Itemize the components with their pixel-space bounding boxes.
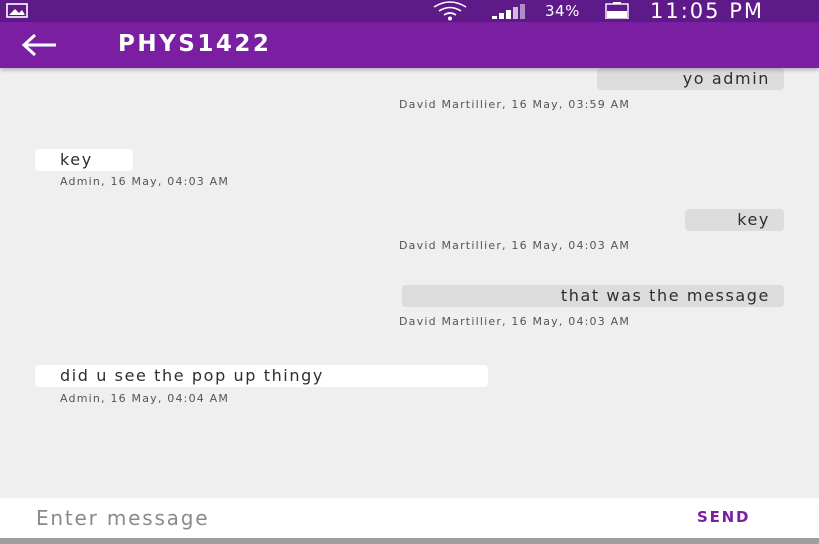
message-bubble: that was the message xyxy=(402,285,784,307)
message-list[interactable]: yo admin David Martillier, 16 May, 03:59… xyxy=(0,68,819,498)
message-bubble: did u see the pop up thingy xyxy=(35,365,488,387)
status-bar: 34% 11:05 PM xyxy=(0,0,819,23)
bottom-divider xyxy=(0,538,819,544)
message-input[interactable] xyxy=(36,504,636,532)
message-bubble: key xyxy=(685,209,784,231)
chat-screen: 34% 11:05 PM PHYS1422 yo admin David Mar… xyxy=(0,0,819,544)
signal-strength-icon xyxy=(492,4,525,19)
composer-bar: SEND xyxy=(0,498,819,538)
message-bubble: yo admin xyxy=(597,68,784,90)
image-notification-icon xyxy=(6,3,28,18)
message-meta: David Martillier, 16 May, 04:03 AM xyxy=(399,315,631,328)
message-meta: Admin, 16 May, 04:03 AM xyxy=(60,175,230,188)
page-title: PHYS1422 xyxy=(118,31,272,57)
app-bar: PHYS1422 xyxy=(0,22,819,68)
battery-icon xyxy=(605,2,629,19)
message-meta: David Martillier, 16 May, 03:59 AM xyxy=(399,98,631,111)
message-bubble: key xyxy=(35,149,133,171)
wifi-icon xyxy=(433,1,467,21)
message-meta: David Martillier, 16 May, 04:03 AM xyxy=(399,239,631,252)
clock: 11:05 PM xyxy=(650,0,764,23)
arrow-left-icon[interactable] xyxy=(18,30,62,60)
battery-percent: 34% xyxy=(545,2,580,20)
message-meta: Admin, 16 May, 04:04 AM xyxy=(60,392,230,405)
send-button[interactable]: SEND xyxy=(697,508,750,526)
